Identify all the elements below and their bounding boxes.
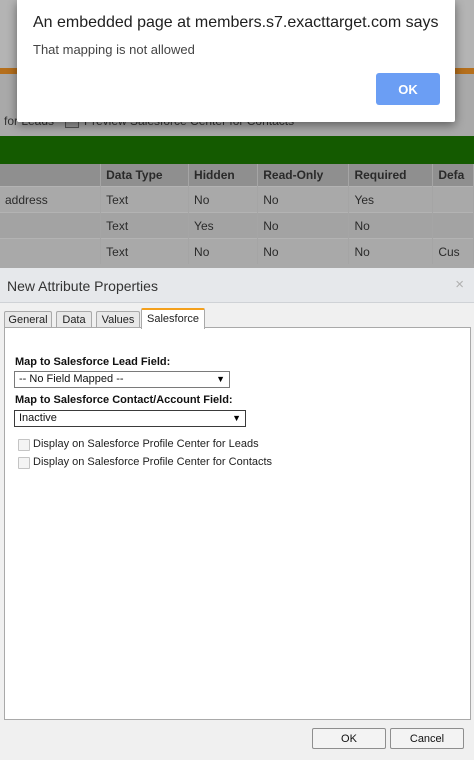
- table-cell: [0, 238, 102, 264]
- display-leads-label: Display on Salesforce Profile Center for…: [33, 438, 259, 450]
- salesforce-tab-panel: Map to Salesforce Lead Field: -- No Fiel…: [4, 327, 471, 720]
- table-header-cell: Defa: [432, 164, 474, 187]
- browser-alert-dialog: An embedded page at members.s7.exacttarg…: [17, 0, 455, 122]
- table-row: address Text No No Yes: [0, 186, 474, 213]
- table-cell: No: [348, 238, 434, 264]
- tab-data[interactable]: Data: [56, 311, 92, 328]
- table-cell: [432, 186, 474, 213]
- table-cell: address: [0, 186, 102, 213]
- table-cell: Text: [100, 238, 190, 264]
- table-header-cell: Read-Only: [257, 164, 350, 187]
- table-header-cell: Data Type: [100, 164, 190, 187]
- table-cell: No: [257, 212, 350, 239]
- attributes-table: Data Type Hidden Read-Only Required Defa…: [0, 164, 474, 264]
- attribute-properties-dialog: New Attribute Properties × General Data …: [0, 268, 474, 760]
- display-contacts-checkbox[interactable]: [18, 457, 30, 469]
- table-cell: Cus: [432, 238, 474, 264]
- tab-values[interactable]: Values: [96, 311, 140, 328]
- table-row: Text No No No Cus: [0, 238, 474, 264]
- display-leads-checkbox[interactable]: [18, 439, 30, 451]
- table-row: Text Yes No No: [0, 212, 474, 239]
- dialog-footer: OK Cancel: [0, 720, 474, 760]
- table-cell: No: [348, 212, 434, 239]
- table-cell: [432, 212, 474, 239]
- contact-field-value: Inactive: [19, 412, 57, 424]
- cancel-button[interactable]: Cancel: [390, 728, 464, 749]
- dialog-header: New Attribute Properties ×: [0, 268, 474, 303]
- table-cell: Text: [100, 212, 190, 239]
- lead-field-value: -- No Field Mapped --: [19, 373, 124, 385]
- contact-field-select[interactable]: Inactive ▼: [14, 410, 246, 427]
- table-cell: [0, 212, 102, 239]
- alert-message: That mapping is not allowed: [33, 42, 195, 57]
- table-cell: No: [188, 238, 259, 264]
- dialog-title: New Attribute Properties: [7, 278, 158, 294]
- close-icon[interactable]: ×: [455, 276, 464, 293]
- alert-title: An embedded page at members.s7.exacttarg…: [33, 14, 439, 31]
- background-green-bar: [0, 136, 474, 164]
- table-cell: No: [257, 238, 350, 264]
- table-cell: Yes: [348, 186, 434, 213]
- table-cell: No: [188, 186, 259, 213]
- table-cell: No: [257, 186, 350, 213]
- contact-field-label: Map to Salesforce Contact/Account Field:: [15, 394, 233, 406]
- dropdown-arrow-icon: ▼: [232, 413, 241, 423]
- ok-button[interactable]: OK: [312, 728, 386, 749]
- table-cell: Text: [100, 186, 190, 213]
- table-header-cell: Hidden: [188, 164, 259, 187]
- tab-general[interactable]: General: [4, 311, 52, 328]
- alert-ok-button[interactable]: OK: [376, 73, 440, 105]
- table-header-cell: Required: [348, 164, 434, 187]
- lead-field-label: Map to Salesforce Lead Field:: [15, 356, 171, 368]
- table-cell: Yes: [188, 212, 259, 239]
- table-header-row: Data Type Hidden Read-Only Required Defa: [0, 164, 474, 187]
- dropdown-arrow-icon: ▼: [216, 374, 225, 384]
- tab-salesforce[interactable]: Salesforce: [141, 308, 205, 329]
- table-header-cell: [0, 164, 102, 187]
- lead-field-select[interactable]: -- No Field Mapped -- ▼: [14, 371, 230, 388]
- display-contacts-label: Display on Salesforce Profile Center for…: [33, 456, 273, 468]
